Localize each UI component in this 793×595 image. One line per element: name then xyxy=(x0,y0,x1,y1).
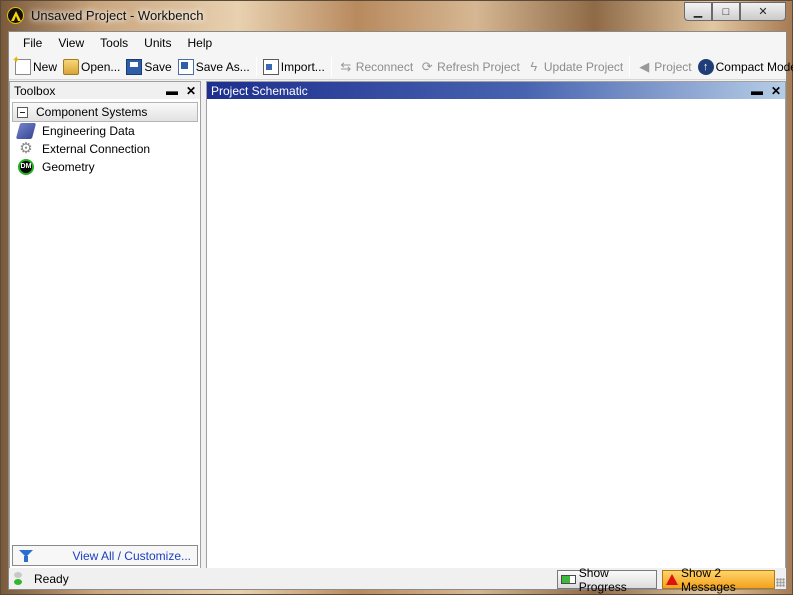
new-button[interactable]: New xyxy=(12,55,60,78)
folder-open-icon xyxy=(63,58,80,75)
menu-help[interactable]: Help xyxy=(180,36,221,50)
minimize-button[interactable]: ▁ xyxy=(684,2,712,21)
save-icon xyxy=(126,58,143,75)
resize-grip-icon[interactable] xyxy=(776,578,785,587)
show-messages-label: Show 2 Messages xyxy=(681,565,736,594)
menu-tools[interactable]: Tools xyxy=(92,36,136,50)
new-file-icon xyxy=(12,55,31,75)
refresh-project-button[interactable]: ⟳ Refresh Project xyxy=(416,56,523,78)
close-button[interactable]: ✕ xyxy=(740,2,786,21)
import-label: Import... xyxy=(280,59,325,74)
save-as-icon xyxy=(177,58,194,75)
pin-icon[interactable]: ▬ xyxy=(751,84,763,98)
status-bar: Ready Show Progress Show 2 Messages xyxy=(9,566,786,594)
toolbar-separator xyxy=(629,56,631,77)
up-arrow-icon: ↑ xyxy=(697,58,714,75)
status-light-icon xyxy=(14,571,22,586)
gear-icon: ⚙ xyxy=(19,140,33,157)
schematic-header: Project Schematic ▬ ✕ xyxy=(207,82,785,99)
engineering-data-icon xyxy=(15,123,37,139)
component-systems-group[interactable]: Component Systems xyxy=(12,102,198,122)
ansys-logo-icon xyxy=(7,7,24,24)
toolbar-separator xyxy=(330,56,332,77)
toolbox-title: Toolbox xyxy=(14,83,56,98)
close-icon[interactable]: ✕ xyxy=(186,84,196,98)
toolbox-controls: ▬ ✕ xyxy=(166,84,196,98)
open-button[interactable]: Open... xyxy=(60,56,123,78)
maximize-button[interactable]: □ xyxy=(712,2,740,21)
reconnect-button[interactable]: ⇆ Reconnect xyxy=(335,56,416,78)
compact-mode-button[interactable]: ↑ Compact Mode xyxy=(695,56,793,78)
pin-icon[interactable]: ▬ xyxy=(166,84,178,98)
compact-label: Compact Mode xyxy=(715,59,793,74)
group-label: Component Systems xyxy=(36,105,148,119)
toolbox-footer: View All / Customize... xyxy=(12,545,198,566)
toolbox-header: Toolbox ▬ ✕ xyxy=(10,82,200,99)
reconnect-icon: ⇆ xyxy=(340,58,352,74)
project-label: Project xyxy=(654,59,692,74)
save-as-label: Save As... xyxy=(195,59,250,74)
workbench-window: Unsaved Project - Workbench ▁ □ ✕ File V… xyxy=(0,0,793,595)
warning-icon xyxy=(666,574,678,585)
filter-icon[interactable] xyxy=(19,549,33,562)
refresh-label: Refresh Project xyxy=(437,59,520,74)
show-progress-label: Show Progress xyxy=(578,565,627,594)
schematic-controls: ▬ ✕ xyxy=(751,84,781,98)
design-modeler-icon: DM xyxy=(18,159,34,175)
status-text: Ready xyxy=(34,571,69,586)
show-progress-button[interactable]: Show Progress xyxy=(557,566,657,594)
schematic-title: Project Schematic xyxy=(211,83,308,98)
item-label: Geometry xyxy=(42,160,95,174)
save-label: Save xyxy=(144,59,172,74)
toolbox-item-geometry[interactable]: DM Geometry xyxy=(10,158,200,176)
toolbox-panel: Toolbox ▬ ✕ Component Systems Engineerin… xyxy=(9,81,201,569)
menu-view[interactable]: View xyxy=(50,36,92,50)
toolbox-item-external-connection[interactable]: ⚙ External Connection xyxy=(10,140,200,158)
reconnect-label: Reconnect xyxy=(355,59,414,74)
main-toolbar: New Open... Save Save As... Import... ⇆ xyxy=(9,54,793,80)
menu-bar: File View Tools Units Help xyxy=(9,32,786,54)
window-title: Unsaved Project - Workbench xyxy=(31,8,204,23)
import-icon xyxy=(262,58,279,75)
collapse-icon[interactable] xyxy=(17,106,28,118)
update-label: Update Project xyxy=(543,59,624,74)
lightning-icon: ϟ xyxy=(530,58,538,74)
client-area: File View Tools Units Help New Open... S… xyxy=(8,31,793,594)
progress-bar-icon xyxy=(561,575,576,584)
show-messages-button[interactable]: Show 2 Messages xyxy=(662,566,775,594)
view-all-customize-link[interactable]: View All / Customize... xyxy=(73,549,192,563)
save-as-button[interactable]: Save As... xyxy=(175,56,253,78)
item-label: External Connection xyxy=(42,142,151,156)
title-bar[interactable]: Unsaved Project - Workbench ▁ □ ✕ xyxy=(1,1,792,31)
project-back-button[interactable]: ◀ Project xyxy=(633,56,694,78)
refresh-icon: ⟳ xyxy=(421,58,433,74)
project-schematic-panel[interactable]: Project Schematic ▬ ✕ xyxy=(206,81,786,569)
menu-file[interactable]: File xyxy=(15,36,50,50)
back-arrow-icon: ◀ xyxy=(639,58,650,74)
import-button[interactable]: Import... xyxy=(260,56,328,78)
close-icon[interactable]: ✕ xyxy=(771,84,781,98)
new-label: New xyxy=(33,59,58,74)
save-button[interactable]: Save xyxy=(123,56,174,78)
toolbar-separator xyxy=(255,56,257,77)
menu-units[interactable]: Units xyxy=(136,36,179,50)
toolbox-item-engineering-data[interactable]: Engineering Data xyxy=(10,122,200,140)
item-label: Engineering Data xyxy=(42,124,135,138)
update-project-button[interactable]: ϟ Update Project xyxy=(523,56,626,78)
window-controls: ▁ □ ✕ xyxy=(684,2,786,21)
open-label: Open... xyxy=(81,59,121,74)
